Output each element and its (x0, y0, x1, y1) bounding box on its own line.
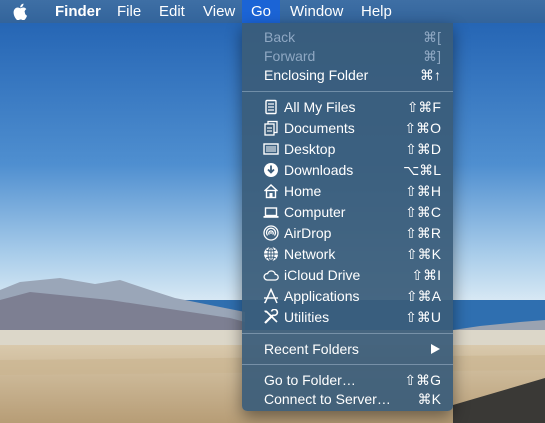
menu-item-label: AirDrop (284, 225, 332, 241)
menu-item-label: Desktop (284, 141, 336, 157)
menu-item-label: Downloads (284, 162, 354, 178)
menu-go[interactable]: Go (242, 0, 281, 23)
documents-icon (264, 120, 278, 136)
menu-separator (242, 333, 453, 334)
menu-finder[interactable]: Finder (46, 0, 110, 23)
menu-file[interactable]: File (108, 0, 150, 23)
menu-view[interactable]: View (194, 0, 244, 23)
shortcut-label: ⇧⌘I (411, 267, 441, 283)
menu-item-applications[interactable]: Applications ⇧⌘A (242, 286, 453, 306)
menu-item-label: Back (264, 29, 296, 45)
menu-separator (242, 364, 453, 365)
menu-item-label: Connect to Server… (264, 391, 391, 407)
shortcut-label: ⌘K (417, 391, 441, 407)
downloads-icon (264, 163, 278, 177)
menu-window[interactable]: Window (281, 0, 352, 23)
shortcut-label: ⇧⌘H (405, 183, 441, 199)
menu-item-enclosing-folder[interactable]: Enclosing Folder ⌘↑ (242, 65, 453, 85)
shortcut-label: ⇧⌘K (405, 246, 441, 262)
menu-item-forward[interactable]: Forward ⌘] (242, 46, 453, 66)
shortcut-label: ⇧⌘F (406, 99, 441, 115)
submenu-arrow-icon (431, 344, 440, 354)
menu-bar: Finder File Edit View Go Window Help (0, 0, 545, 23)
all-my-files-icon (265, 99, 277, 115)
menu-item-label: Network (284, 246, 336, 262)
shortcut-label: ⇧⌘O (404, 120, 441, 136)
menu-item-all-my-files[interactable]: All My Files ⇧⌘F (242, 97, 453, 117)
menu-item-computer[interactable]: Computer ⇧⌘C (242, 202, 453, 222)
menu-item-airdrop[interactable]: AirDrop ⇧⌘R (242, 223, 453, 243)
menu-item-utilities[interactable]: Utilities ⇧⌘U (242, 307, 453, 327)
shortcut-label: ⇧⌘U (405, 309, 441, 325)
menu-item-desktop[interactable]: Desktop ⇧⌘D (242, 139, 453, 159)
menu-item-label: All My Files (284, 99, 356, 115)
menu-item-back[interactable]: Back ⌘[ (242, 27, 453, 47)
shortcut-label: ⌥⌘L (403, 162, 441, 178)
desktop-icon (263, 143, 279, 155)
menu-item-network[interactable]: Network ⇧⌘K (242, 244, 453, 264)
shortcut-label: ⌘↑ (420, 67, 441, 83)
shortcut-label: ⇧⌘C (405, 204, 441, 220)
icloud-icon (263, 270, 279, 281)
menu-item-go-to-folder[interactable]: Go to Folder… ⇧⌘G (242, 370, 453, 390)
menu-item-label: Enclosing Folder (264, 67, 369, 83)
computer-icon (263, 207, 279, 218)
menu-item-icloud-drive[interactable]: iCloud Drive ⇧⌘I (242, 265, 453, 285)
menu-item-label: Go to Folder… (264, 372, 356, 388)
apple-menu-icon[interactable] (13, 3, 29, 20)
shortcut-label: ⇧⌘A (405, 288, 441, 304)
menu-help[interactable]: Help (352, 0, 401, 23)
shortcut-label: ⌘[ (423, 29, 441, 45)
menu-item-label: Home (284, 183, 322, 199)
menu-item-recent-folders[interactable]: Recent Folders (242, 339, 453, 359)
menu-item-label: Computer (284, 204, 346, 220)
network-icon (264, 246, 278, 262)
menu-edit[interactable]: Edit (150, 0, 194, 23)
shortcut-label: ⇧⌘R (405, 225, 441, 241)
shortcut-label: ⇧⌘G (404, 372, 441, 388)
menu-item-home[interactable]: Home ⇧⌘H (242, 181, 453, 201)
menu-item-label: Recent Folders (264, 341, 359, 357)
shortcut-label: ⇧⌘D (405, 141, 441, 157)
menu-item-label: Documents (284, 120, 355, 136)
menu-separator (242, 91, 453, 92)
menu-item-label: Utilities (284, 309, 330, 325)
shortcut-label: ⌘] (423, 48, 441, 64)
airdrop-icon (263, 225, 279, 241)
menu-item-label: Forward (264, 48, 316, 64)
menu-item-downloads[interactable]: Downloads ⌥⌘L (242, 160, 453, 180)
go-dropdown-menu: Back ⌘[ Forward ⌘] Enclosing Folder ⌘↑ A… (242, 23, 453, 411)
applications-icon (263, 288, 278, 304)
menu-item-connect-to-server[interactable]: Connect to Server… ⌘K (242, 389, 453, 409)
home-icon (263, 183, 279, 199)
menu-item-label: Applications (284, 288, 360, 304)
utilities-icon (264, 309, 279, 324)
menu-item-documents[interactable]: Documents ⇧⌘O (242, 118, 453, 138)
menu-item-label: iCloud Drive (284, 267, 361, 283)
